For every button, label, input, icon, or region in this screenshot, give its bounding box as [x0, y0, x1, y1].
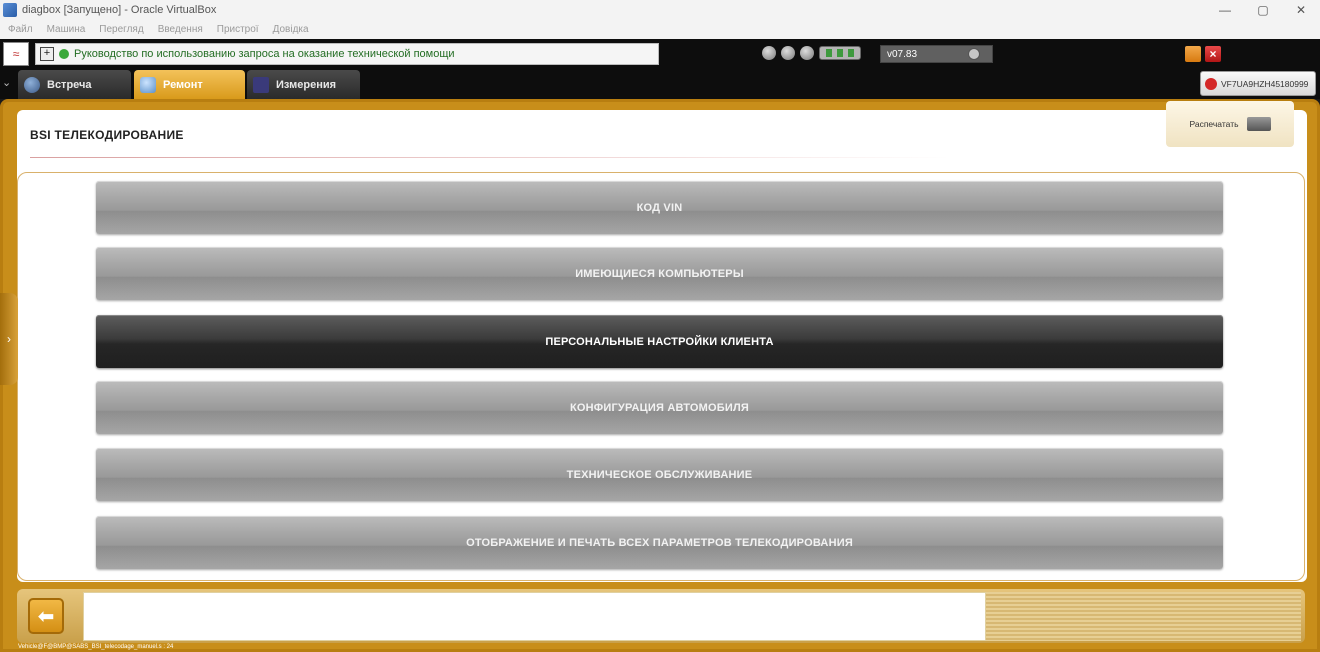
status-line: Vehicle@F@BMP@SABS_BSI_telecodage_manuel… — [18, 644, 174, 650]
menu-button-print-all[interactable]: ОТОБРАЖЕНИЕ И ПЕЧАТЬ ВСЕХ ПАРАМЕТРОВ ТЕЛ… — [96, 516, 1223, 569]
side-panel-handle[interactable]: › — [0, 293, 18, 385]
window-controls: — ▢ ✕ — [1206, 0, 1320, 20]
menu-devices[interactable]: Пристрої — [217, 24, 259, 35]
menu-button-client-settings[interactable]: ПЕРСОНАЛЬНЫЕ НАСТРОЙКИ КЛИЕНТА — [96, 315, 1223, 368]
menu-button-vin[interactable]: КОД VIN — [96, 181, 1223, 234]
menu-help[interactable]: Довідка — [273, 24, 309, 35]
power-tool-icon[interactable] — [762, 46, 776, 60]
chevron-right-icon: › — [7, 332, 11, 346]
menu-button-label: КОД VIN — [636, 201, 683, 214]
menu-button-label: КОНФИГУРАЦИЯ АВТОМОБИЛЯ — [569, 401, 750, 414]
chevron-down-icon[interactable]: ⌄ — [2, 76, 11, 89]
tab-label: Измерения — [276, 78, 337, 91]
vin-box[interactable]: VF7UA9HZH45180999 — [1200, 71, 1316, 96]
toolbar-icons — [762, 46, 869, 60]
virtualbox-icon — [3, 3, 17, 17]
decorative-stripes — [986, 592, 1301, 641]
menu-button-label: ПЕРСОНАЛЬНЫЕ НАСТРОЙКИ КЛИЕНТА — [545, 335, 774, 348]
menu-button-maintenance[interactable]: ТЕХНИЧЕСКОЕ ОБСЛУЖИВАНИЕ — [96, 448, 1223, 501]
message-box — [83, 592, 986, 641]
menubar: Файл Машина Перегляд Введення Пристрої Д… — [0, 20, 1320, 39]
version-label: v07.83 — [887, 48, 918, 60]
menu-file[interactable]: Файл — [8, 24, 33, 35]
help-text: Руководство по использованию запроса на … — [74, 48, 455, 60]
version-knob-icon[interactable] — [968, 48, 980, 60]
menu-button-label: ОТОБРАЖЕНИЕ И ПЕЧАТЬ ВСЕХ ПАРАМЕТРОВ ТЕЛ… — [466, 536, 853, 549]
magnifier-icon — [140, 76, 156, 93]
expand-plus-icon[interactable]: + — [40, 47, 54, 61]
close-window-button[interactable]: ✕ — [1282, 0, 1320, 20]
print-button[interactable]: Распечатать — [1166, 101, 1294, 147]
back-button[interactable]: ⬅ — [28, 598, 64, 634]
citroen-logo-icon[interactable]: ≈ — [3, 42, 29, 66]
menu-view[interactable]: Перегляд — [99, 24, 143, 35]
waveform-icon — [253, 76, 269, 93]
menu-button-label: ТЕХНИЧЕСКОЕ ОБСЛУЖИВАНИЕ — [566, 468, 753, 481]
menu-input[interactable]: Введення — [158, 24, 203, 35]
vin-label: VF7UA9HZH45180999 — [1221, 78, 1309, 89]
printer-icon — [1246, 117, 1271, 131]
restore-button[interactable]: ▢ — [1244, 0, 1282, 20]
tab-remont[interactable]: Ремонт — [134, 70, 245, 99]
settings-round-icon[interactable] — [800, 46, 814, 60]
tab-label: Встреча — [47, 78, 92, 91]
menu-machine[interactable]: Машина — [47, 24, 86, 35]
headset-icon[interactable] — [781, 46, 795, 60]
tab-izmereniya[interactable]: Измерения — [247, 70, 360, 99]
tab-label: Ремонт — [163, 78, 203, 91]
menu-button-label: ИМЕЮЩИЕСЯ КОМПЬЮТЕРЫ — [575, 267, 744, 280]
minimize-button[interactable]: — — [1206, 0, 1244, 20]
menu-button-vehicle-config[interactable]: КОНФИГУРАЦИЯ АВТОМОБИЛЯ — [96, 381, 1223, 434]
menu-button-computers[interactable]: ИМЕЮЩИЕСЯ КОМПЬЮТЕРЫ — [96, 247, 1223, 300]
title-underline — [30, 157, 950, 158]
diagbox-topbar: ≈ + Руководство по использованию запроса… — [0, 39, 1320, 69]
print-label: Распечатать — [1189, 119, 1239, 129]
window-title: diagbox [Запущено] - Oracle VirtualBox — [22, 4, 217, 16]
arrow-left-icon: ⬅ — [37, 605, 55, 628]
battery-icon — [819, 46, 861, 60]
version-box: v07.83 — [880, 45, 993, 63]
help-bar[interactable]: + Руководство по использованию запроса н… — [35, 43, 659, 65]
globe-icon — [24, 76, 40, 93]
app-close-button[interactable]: × — [1205, 46, 1221, 62]
status-dot-icon — [59, 49, 69, 59]
tabs-row: ⌄ Встреча Ремонт Измерения VF7UA9HZH4518… — [0, 69, 1320, 99]
power-icon — [1205, 77, 1217, 90]
page-title: BSI ТЕЛЕКОДИРОВАНИЕ — [30, 128, 184, 142]
app-minimize-button[interactable] — [1185, 46, 1201, 62]
tab-vstrecha[interactable]: Встреча — [18, 70, 131, 99]
window-titlebar: diagbox [Запущено] - Oracle VirtualBox —… — [0, 0, 1320, 20]
